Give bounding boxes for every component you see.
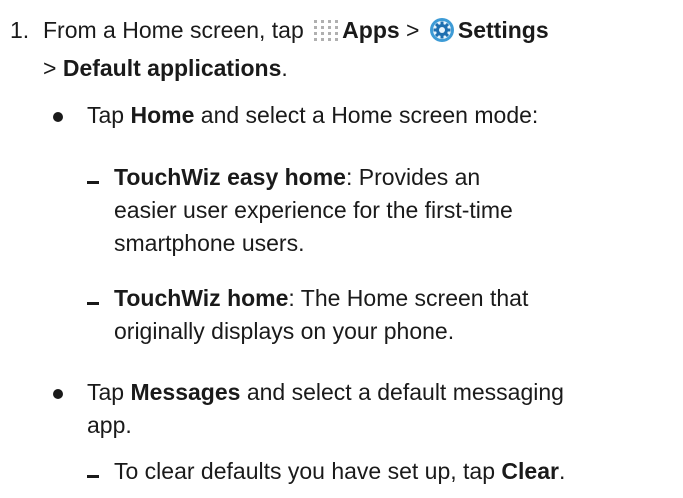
subitem-line-1: TouchWiz easy home: Provides an — [114, 161, 674, 194]
dash-mark — [87, 475, 99, 478]
separator-1: > — [406, 17, 420, 43]
clear-end-period: . — [558, 458, 566, 484]
dash-mark — [87, 302, 99, 305]
subitem-touchwiz-easy-home-text: TouchWiz easy home: Provides an easier u… — [114, 161, 674, 260]
step-line-1: From a Home screen, tap Apps > Settings — [43, 14, 683, 52]
step-end-period: . — [281, 55, 288, 81]
subitem-clear-text: To clear defaults you have set up, tap C… — [114, 455, 674, 488]
clear-label: Clear — [501, 458, 559, 484]
bullet-home-text: Tap Home and select a Home screen mode: — [87, 99, 683, 132]
touchwiz-home-desc-2: originally displays on your phone. — [114, 318, 455, 344]
subitem-touchwiz-home-text: TouchWiz home: The Home screen that orig… — [114, 282, 674, 348]
touchwiz-easy-home-label: TouchWiz easy home — [114, 164, 346, 190]
bullet-messages-text: Tap Messages and select a default messag… — [87, 376, 683, 442]
dash-mark — [87, 181, 99, 184]
subitem-line-1: TouchWiz home: The Home screen that — [114, 282, 674, 315]
settings-label: Settings — [457, 17, 549, 43]
settings-gear-icon — [429, 17, 455, 52]
bullet-dot — [53, 389, 63, 399]
touchwiz-easy-home-desc-2: easier user experience for the first-tim… — [114, 197, 513, 223]
step-instruction: From a Home screen, tap Apps > Settings … — [43, 14, 683, 85]
touchwiz-easy-home-desc-1: : Provides an — [345, 164, 481, 190]
clear-desc: To clear defaults you have set up, tap — [114, 458, 496, 484]
bullet-home-suffix: and select a Home screen mode: — [200, 102, 539, 128]
step-prefix-text: From a Home screen, tap — [43, 17, 304, 43]
touchwiz-home-label: TouchWiz home — [114, 285, 289, 311]
home-label: Home — [130, 102, 195, 128]
bullet-messages-line-1: Tap Messages and select a default messag… — [87, 376, 683, 409]
bullet-dot — [53, 112, 63, 122]
bullet-messages-suffix: and select a default messaging — [246, 379, 564, 405]
bullet-messages-line-2: app. — [87, 412, 132, 438]
apps-grid-icon — [313, 19, 339, 52]
bullet-messages-prefix: Tap — [87, 379, 125, 405]
messages-label: Messages — [130, 379, 241, 405]
touchwiz-home-desc-1: : The Home screen that — [288, 285, 529, 311]
apps-label: Apps — [342, 17, 400, 43]
step-number: 1. — [10, 17, 30, 43]
default-applications-label: Default applications — [62, 55, 282, 81]
separator-2: > — [43, 55, 57, 81]
help-document: 1. From a Home screen, tap Apps > Settin… — [0, 0, 683, 498]
step-line-2: > Default applications. — [43, 52, 683, 85]
touchwiz-easy-home-desc-3: smartphone users. — [114, 230, 305, 256]
bullet-home-prefix: Tap — [87, 102, 125, 128]
